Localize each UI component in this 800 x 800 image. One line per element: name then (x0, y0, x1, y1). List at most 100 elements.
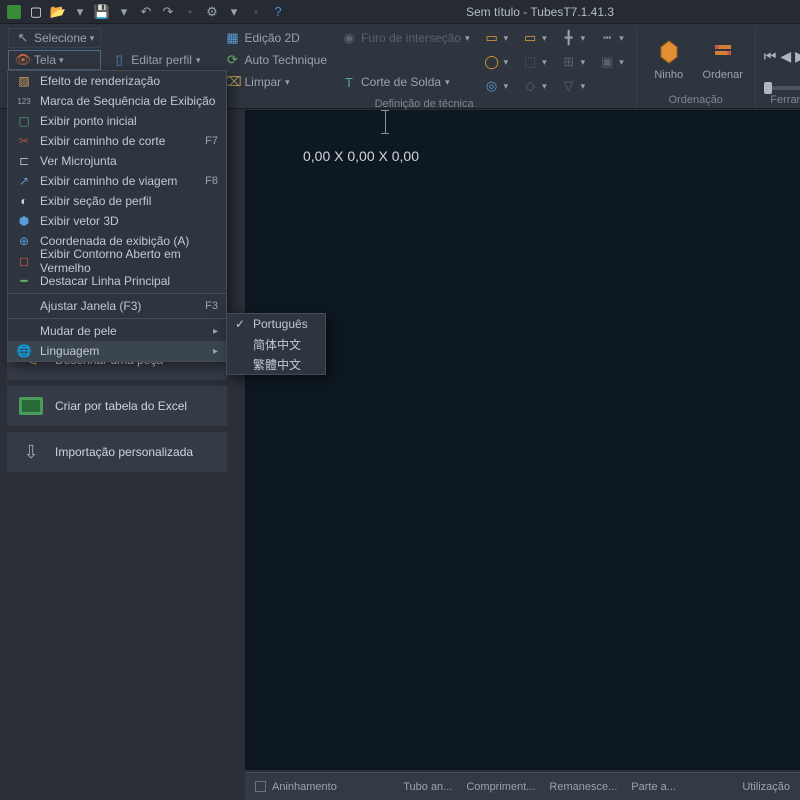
language-option[interactable]: 繁體中文 (227, 354, 325, 374)
squares-icon: ▣ (599, 54, 615, 70)
menu-item-exibir-vetor-3d[interactable]: ⬢Exibir vetor 3D (8, 211, 226, 231)
parte-column[interactable]: Parte a... (631, 781, 676, 793)
corte-solda-label: Corte de Solda (361, 75, 441, 89)
app-icon[interactable] (6, 4, 22, 20)
quick-access-toolbar: ▢ 📂 ▾ 💾 ▾ ↶ ↷ • ⚙ ▾ • ? (6, 4, 286, 20)
import-icon: ⇩ (19, 442, 43, 462)
settings-icon[interactable]: ⚙ (204, 4, 220, 20)
cursor-icon: ↖ (15, 30, 31, 46)
chevron-down-icon[interactable]: ▾ (72, 4, 88, 20)
menu-item-exibir-contorno-aberto-e[interactable]: ◻Exibir Contorno Aberto em Vermelho (8, 251, 226, 271)
chevron-down-icon: ▾ (445, 77, 450, 88)
tubo-column[interactable]: Tubo an... (403, 781, 452, 793)
menu-item-efeito-de-renderiza-o[interactable]: ▨Efeito de renderização (8, 71, 226, 91)
edit-2d-icon: ▦ (224, 30, 240, 46)
group-ordenacao-label: Ordenação (645, 92, 747, 108)
group-ferramenta-label: Ferramenta (764, 92, 800, 108)
corte-solda-dropdown[interactable]: T Corte de Solda ▾ (337, 72, 474, 92)
menu-shortcut: F3 (205, 300, 218, 312)
menu-item-ajustar-janela-f3-[interactable]: Ajustar Janela (F3) F3 (8, 296, 226, 316)
dimensions-readout: 0,00 X 0,00 X 0,00 (303, 148, 419, 164)
chevron-down-icon[interactable]: ▾ (226, 4, 242, 20)
tela-dropdown[interactable]: 👁 Tela ▾ (8, 50, 101, 70)
tech-icon-1[interactable]: ▭▾ (480, 28, 513, 48)
redo-icon[interactable]: ↷ (160, 4, 176, 20)
ordenar-button[interactable]: Ordenar (699, 28, 747, 88)
chevron-down-icon: ▾ (59, 55, 64, 66)
cut-icon: ✂ (16, 133, 32, 149)
menu-item-exibir-caminho-de-corte[interactable]: ✂Exibir caminho de corteF7 (8, 131, 226, 151)
language-option[interactable]: Português (227, 314, 325, 334)
limpar-dropdown[interactable]: ⌫ Limpar ▾ (220, 72, 331, 92)
titlebar: ▢ 📂 ▾ 💾 ▾ ↶ ↷ • ⚙ ▾ • ? Sem título - Tub… (0, 0, 800, 24)
tech-icon-3[interactable]: ╋▾ (557, 28, 590, 48)
save-icon[interactable]: 💾 (94, 4, 110, 20)
tech-icon-10[interactable]: ◇▾ (518, 76, 551, 96)
language-option[interactable]: 简体中文 (227, 334, 325, 354)
nav-first-icon[interactable]: ⏮ (764, 48, 777, 65)
profile-icon: ◐ (16, 193, 32, 209)
shape-icon: ◇ (522, 78, 538, 94)
tech-icon-5[interactable]: ◯▾ (480, 52, 513, 72)
auto-technique-icon: ⟳ (224, 52, 240, 68)
tech-icon-2[interactable]: ▭▾ (518, 28, 551, 48)
tech-icon-9[interactable]: ◎▾ (480, 76, 513, 96)
edicao-2d-button[interactable]: ▦ Edição 2D (220, 28, 331, 48)
menu-item-linguagem[interactable]: 🌐Linguagem▸ (8, 341, 226, 361)
compriment-column[interactable]: Compriment... (466, 781, 535, 793)
linguagem-submenu: Português简体中文繁體中文 (226, 313, 326, 375)
menu-item-destacar-linha-principal[interactable]: ━ Destacar Linha Principal (8, 271, 226, 291)
menu-item-exibir-se-o-de-perfil[interactable]: ◐Exibir seção de perfil (8, 191, 226, 211)
aninhamento-checkbox[interactable]: Aninhamento (255, 781, 337, 793)
chevron-down-icon[interactable]: ▾ (116, 4, 132, 20)
utilizacao-column[interactable]: Utilização (742, 781, 790, 793)
main-icon: ━ (16, 273, 32, 289)
menu-item-label: Exibir ponto inicial (40, 114, 218, 128)
hole-icon: ◉ (341, 30, 357, 46)
tech-icon-6[interactable]: ⬚▾ (518, 52, 551, 72)
tech-icon-4[interactable]: ┅▾ (595, 28, 628, 48)
undo-icon[interactable]: ↶ (138, 4, 154, 20)
123-icon: 123 (16, 93, 32, 109)
furo-dropdown[interactable]: ◉ Furo de interseção ▾ (337, 28, 474, 48)
auto-technique-button[interactable]: ⟳ Auto Technique (220, 50, 331, 70)
editar-perfil-dropdown[interactable]: ▯ Editar perfil ▾ (107, 50, 204, 70)
ninho-button[interactable]: Ninho (645, 28, 693, 88)
menu-item-ver-microjunta[interactable]: ⊏Ver Microjunta (8, 151, 226, 171)
menu-item-label: Ajustar Janela (F3) (40, 299, 197, 313)
help-icon[interactable]: ? (270, 4, 286, 20)
ninho-label: Ninho (654, 69, 683, 81)
tech-icon-8[interactable]: ▣▾ (595, 52, 628, 72)
tech-icon-7[interactable]: ⊞▾ (557, 52, 590, 72)
selecione-dropdown[interactable]: ↖ Selecione ▾ (8, 28, 101, 48)
viewport[interactable]: 0,00 X 0,00 X 0,00 (245, 110, 800, 770)
box-icon: ▢ (16, 113, 32, 129)
menu-separator (8, 293, 226, 294)
menu-item-label: Destacar Linha Principal (40, 274, 218, 288)
statusbar: Aninhamento Tubo an... Compriment... Rem… (245, 772, 800, 800)
menu-item-label: Exibir vetor 3D (40, 214, 218, 228)
new-file-icon[interactable]: ▢ (28, 4, 44, 20)
nav-next-icon[interactable]: ▶ (795, 48, 800, 65)
action-excel[interactable]: Criar por tabela do Excel (7, 386, 227, 426)
sep-icon: • (182, 4, 198, 20)
battery-plus-icon: ▭ (522, 30, 538, 46)
action-import[interactable]: ⇩ Importação personalizada (7, 432, 227, 472)
chevron-down-icon: ▾ (196, 55, 201, 66)
menu-item-exibir-ponto-inicial[interactable]: ▢ Exibir ponto inicial (8, 111, 226, 131)
zoom-slider[interactable] (764, 86, 800, 90)
slider-thumb[interactable] (764, 82, 772, 94)
sep-icon: • (248, 4, 264, 20)
ordenar-label: Ordenar (703, 69, 743, 81)
open-folder-icon[interactable]: 📂 (50, 4, 66, 20)
tech-icon-11[interactable]: ▽▾ (557, 76, 590, 96)
remanesce-column[interactable]: Remanesce... (549, 781, 617, 793)
menu-item-label: Marca de Sequência de Exibição (40, 94, 218, 108)
action-label: Importação personalizada (55, 445, 193, 459)
menu-item-mudar-de-pele[interactable]: Mudar de pele▸ (8, 321, 226, 341)
menu-item-exibir-caminho-de-viagem[interactable]: ↗Exibir caminho de viagemF8 (8, 171, 226, 191)
menu-item-marca-de-sequ-ncia-de-ex[interactable]: 123 Marca de Sequência de Exibição (8, 91, 226, 111)
nav-prev-icon[interactable]: ◀ (780, 48, 791, 65)
menu-item-label: Exibir caminho de corte (40, 134, 197, 148)
travel-icon: ↗ (16, 173, 32, 189)
